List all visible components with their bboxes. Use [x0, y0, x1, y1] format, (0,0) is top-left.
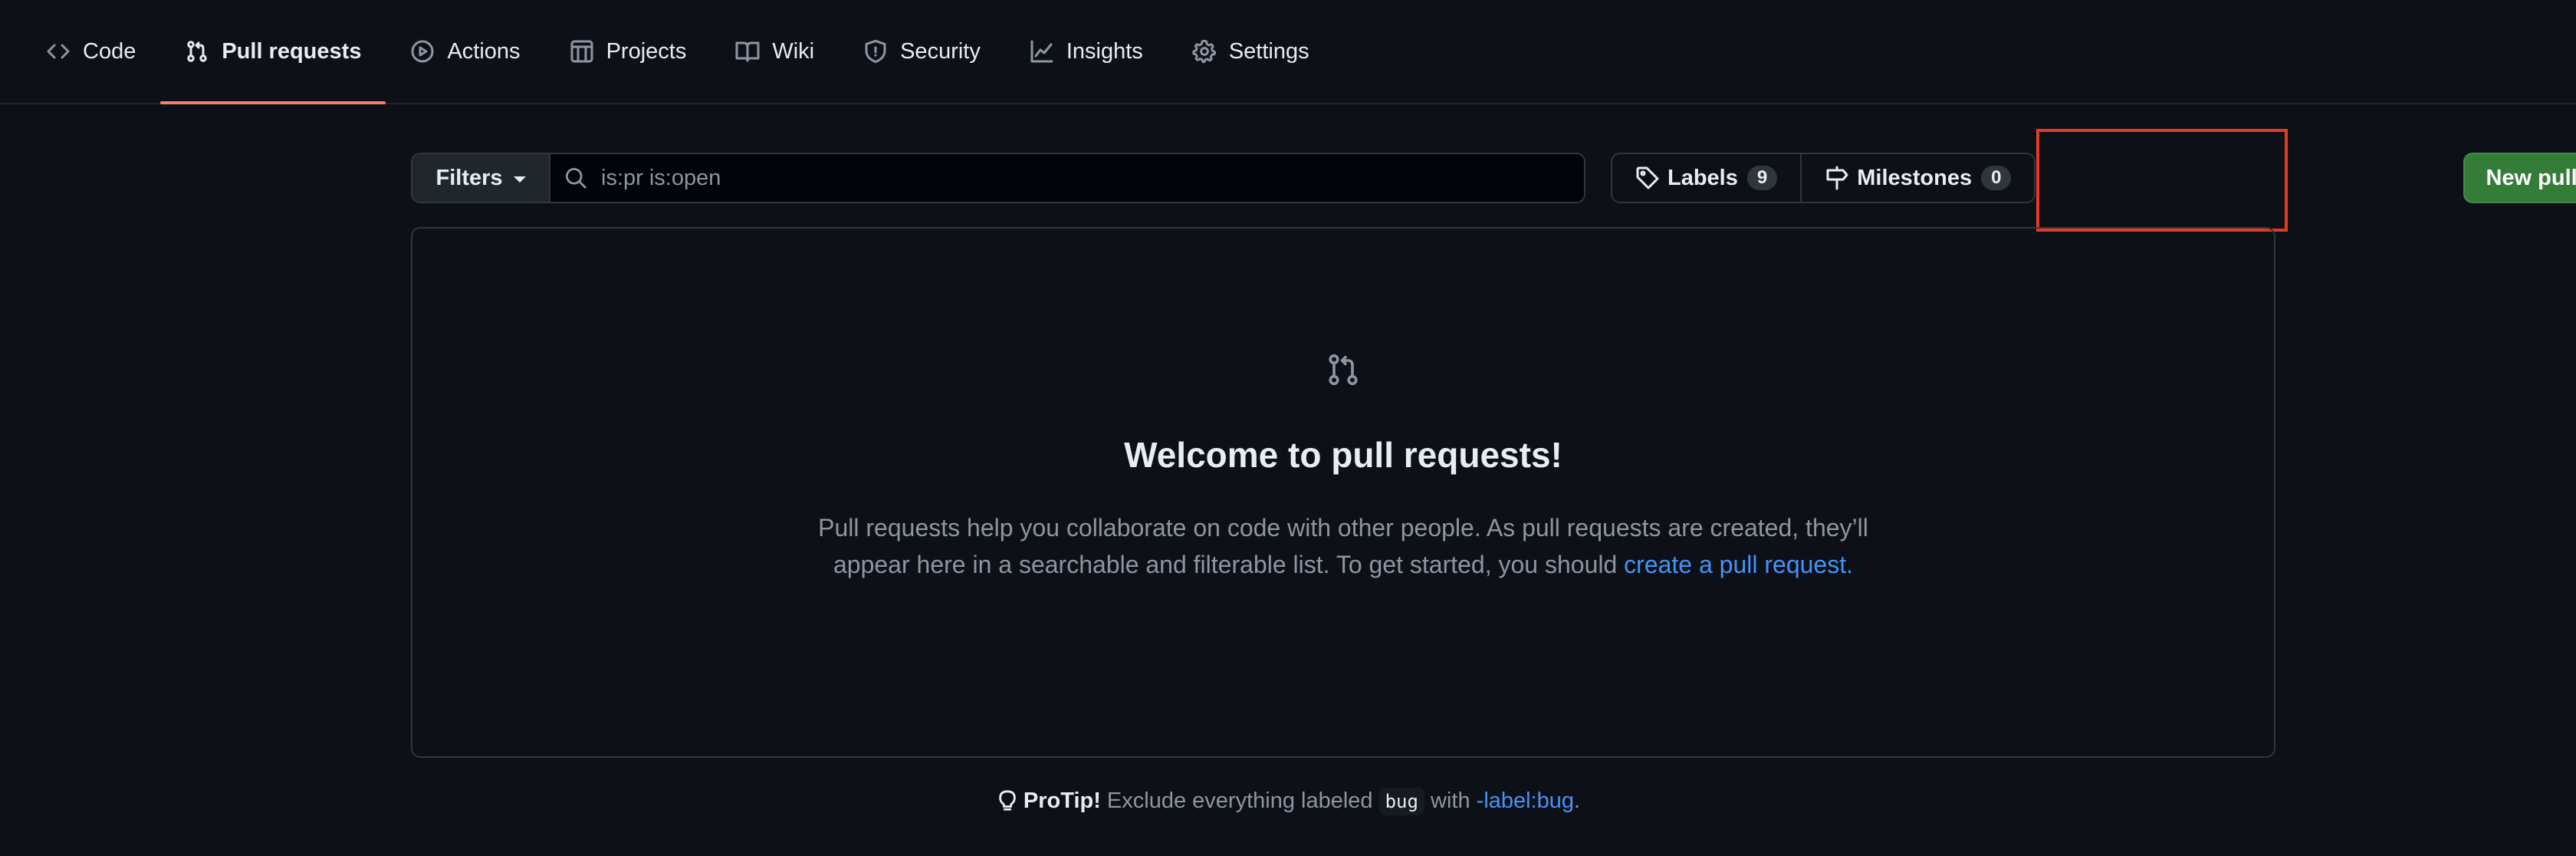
tab-pull-requests-label: Pull requests [222, 38, 362, 64]
book-icon [735, 41, 760, 62]
search-box[interactable] [550, 154, 1584, 202]
blankslate-description: Pull requests help you collaborate on co… [814, 509, 1872, 583]
pull-request-subnav: Filters Labels 9 Milestones 0 New pull r… [411, 153, 2576, 203]
graph-icon [1030, 40, 1053, 63]
label-bug-link[interactable]: -label:bug [1477, 789, 1574, 813]
repo-nav: Code Pull requests Actions Projects Wiki… [0, 0, 2576, 104]
shield-icon [865, 39, 886, 64]
protip-code: bug [1378, 788, 1424, 815]
blankslate-title: Welcome to pull requests! [1124, 435, 1562, 475]
search-input[interactable] [600, 164, 1584, 192]
milestone-icon [1826, 166, 1848, 190]
tag-icon [1636, 166, 1659, 189]
table-icon [570, 40, 593, 63]
tab-code[interactable]: Code [21, 0, 160, 103]
create-pull-request-link[interactable]: create a pull request [1624, 551, 1846, 578]
gear-icon [1192, 39, 1216, 64]
tab-code-label: Code [83, 38, 136, 64]
git-pull-request-icon [1329, 354, 1358, 386]
labels-button-label: Labels [1668, 165, 1738, 190]
tab-projects-label: Projects [606, 38, 687, 64]
light-bulb-icon [999, 790, 1016, 811]
tab-actions-label: Actions [447, 38, 521, 64]
blankslate-description-end: . [1846, 551, 1853, 578]
tab-insights-label: Insights [1066, 38, 1143, 64]
search-icon [565, 167, 586, 189]
protip: ProTip! Exclude everything labeled bug w… [0, 788, 2576, 815]
repo-nav-list: Code Pull requests Actions Projects Wiki… [0, 0, 2576, 104]
git-pull-request-icon [187, 41, 208, 62]
labels-milestones-group: Labels 9 Milestones 0 [1611, 153, 2036, 203]
tab-actions[interactable]: Actions [386, 0, 544, 103]
tab-insights[interactable]: Insights [1005, 0, 1168, 103]
tab-settings[interactable]: Settings [1168, 0, 1334, 103]
tab-security-label: Security [900, 38, 981, 64]
tab-projects[interactable]: Projects [545, 0, 711, 103]
play-icon [411, 40, 434, 63]
tab-wiki[interactable]: Wiki [711, 0, 839, 103]
milestones-count-badge: 0 [1981, 166, 2012, 190]
tab-pull-requests[interactable]: Pull requests [160, 0, 386, 104]
filter-search-group: Filters [411, 153, 1585, 203]
new-pull-request-button[interactable]: New pull request [2463, 153, 2576, 203]
protip-label: ProTip! [1023, 789, 1101, 813]
tab-wiki-label: Wiki [772, 38, 815, 64]
code-icon [47, 44, 70, 59]
protip-text-mid: with [1424, 789, 1477, 813]
caret-down-icon [513, 176, 526, 183]
filters-button-label: Filters [435, 165, 503, 190]
protip-text-end: . [1574, 789, 1581, 813]
labels-button[interactable]: Labels 9 [1612, 154, 1800, 202]
filters-button[interactable]: Filters [412, 154, 550, 202]
tab-settings-label: Settings [1228, 38, 1309, 64]
labels-count-badge: 9 [1746, 166, 1778, 190]
new-pull-request-button-label: New pull request [2486, 165, 2576, 190]
milestones-button[interactable]: Milestones 0 [1800, 154, 2034, 202]
blankslate: Welcome to pull requests! Pull requests … [411, 227, 2275, 758]
tab-security[interactable]: Security [839, 0, 1005, 103]
protip-text: Exclude everything labeled [1100, 789, 1379, 813]
milestones-button-label: Milestones [1857, 165, 1973, 190]
